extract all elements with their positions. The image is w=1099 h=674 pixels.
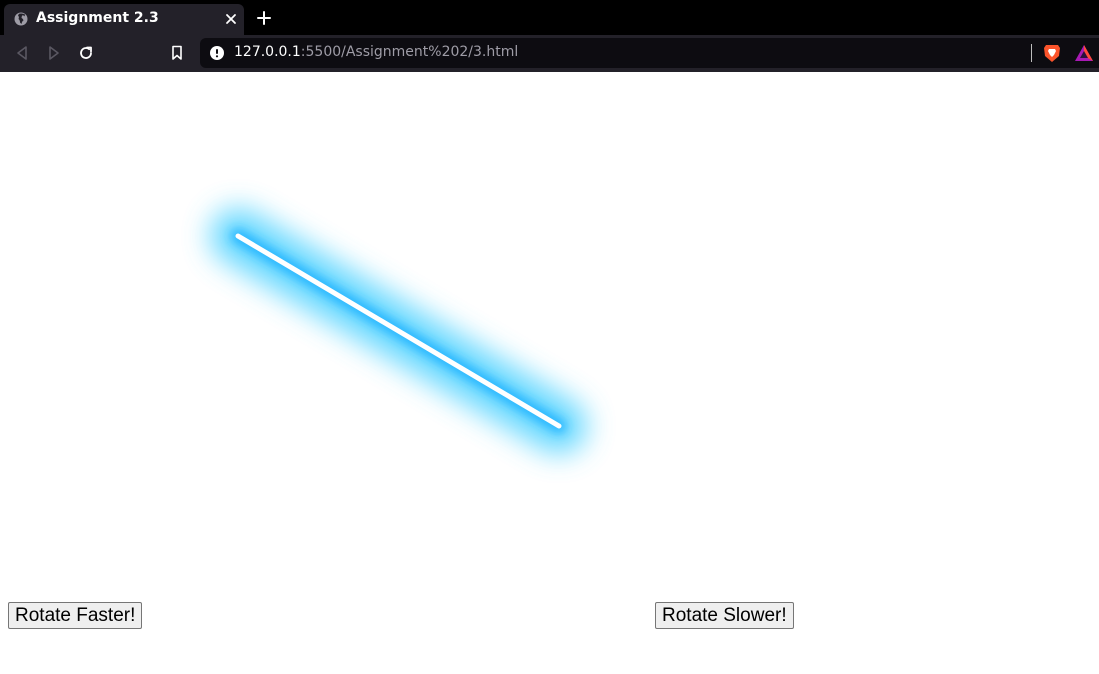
forward-button[interactable]: [43, 42, 65, 64]
lightsaber-blade: [235, 233, 562, 429]
reload-button[interactable]: [75, 42, 97, 64]
browser-tab[interactable]: Assignment 2.3: [4, 4, 244, 35]
bookmark-icon: [172, 45, 182, 60]
lightsaber: [210, 208, 587, 454]
close-icon: [226, 14, 236, 24]
rotate-faster-button[interactable]: Rotate Faster!: [8, 602, 143, 629]
url-text: 127.0.0.1:5500/Assignment%202/3.html: [234, 44, 518, 60]
brave-shields-icon[interactable]: [1042, 43, 1062, 63]
page-content: Rotate Faster! Rotate Slower!: [0, 72, 1099, 674]
address-bar[interactable]: 127.0.0.1:5500/Assignment%202/3.html: [200, 38, 1099, 68]
reload-icon: [80, 46, 92, 59]
rotate-slower-button[interactable]: Rotate Slower!: [655, 602, 794, 629]
browser-toolbar: 127.0.0.1:5500/Assignment%202/3.html: [0, 35, 1099, 72]
tab-bar: Assignment 2.3: [0, 0, 1099, 35]
tab-title: Assignment 2.3: [36, 10, 159, 26]
new-tab-button[interactable]: [254, 8, 274, 28]
globe-icon: [14, 12, 28, 26]
info-icon[interactable]: [210, 46, 224, 60]
back-icon: [17, 46, 27, 60]
forward-icon: [49, 46, 59, 60]
bookmark-button[interactable]: [166, 42, 188, 64]
url-host: 127.0.0.1: [234, 44, 301, 60]
address-divider: [1031, 44, 1032, 62]
brave-rewards-icon[interactable]: [1074, 44, 1094, 62]
url-path: :5500/Assignment%202/3.html: [300, 44, 519, 60]
plus-icon: [257, 11, 271, 25]
back-button[interactable]: [11, 42, 33, 64]
close-tab-button[interactable]: [222, 10, 240, 28]
